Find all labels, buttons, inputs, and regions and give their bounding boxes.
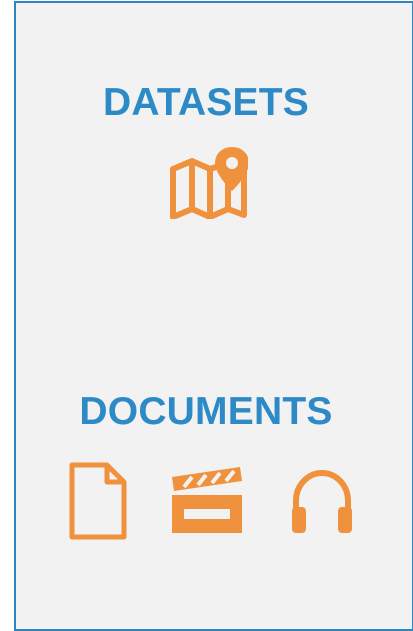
documents-title[interactable]: DOCUMENTS xyxy=(8,390,404,434)
content-panel: DATASETS DOCUMENTS xyxy=(14,1,413,631)
document-icon[interactable] xyxy=(69,462,127,540)
headphones-icon[interactable] xyxy=(288,467,356,535)
map-pin-icon[interactable] xyxy=(170,145,248,219)
video-clapper-icon[interactable] xyxy=(168,465,244,535)
datasets-title[interactable]: DATASETS xyxy=(8,81,404,125)
